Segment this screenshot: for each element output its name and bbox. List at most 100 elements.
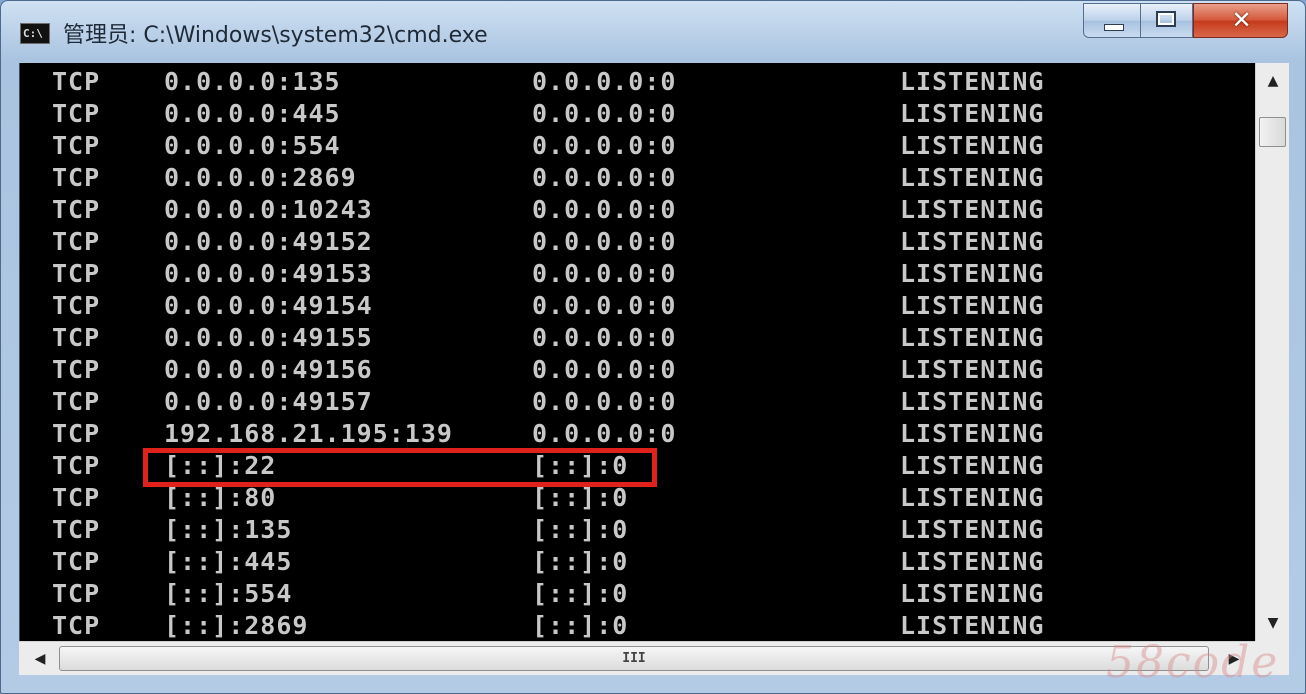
cmd-window: C:\ 管理员: C:\Windows\system32\cmd.exe ✕ T… — [0, 0, 1306, 694]
foreign-address-cell: [::]:0 — [532, 547, 629, 576]
proto-cell: TCP — [52, 451, 101, 480]
state-cell: LISTENING — [900, 259, 1045, 288]
proto-cell: TCP — [52, 547, 101, 576]
local-address-cell: 0.0.0.0:49154 — [164, 291, 373, 320]
console-row: TCP [::]:135 [::]:0 LISTENING — [20, 514, 1256, 546]
console-row: TCP 0.0.0.0:2869 0.0.0.0:0 LISTENING — [20, 162, 1256, 194]
console-row: TCP 0.0.0.0:49152 0.0.0.0:0 LISTENING — [20, 226, 1256, 258]
proto-cell: TCP — [52, 483, 101, 512]
foreign-address-cell: 0.0.0.0:0 — [532, 67, 677, 96]
proto-cell: TCP — [52, 163, 101, 192]
state-cell: LISTENING — [900, 419, 1045, 448]
state-cell: LISTENING — [900, 611, 1045, 640]
console-row: TCP 0.0.0.0:49157 0.0.0.0:0 LISTENING — [20, 386, 1256, 418]
proto-cell: TCP — [52, 419, 101, 448]
maximize-icon — [1156, 11, 1176, 27]
foreign-address-cell: 0.0.0.0:0 — [532, 227, 677, 256]
state-cell: LISTENING — [900, 131, 1045, 160]
state-cell: LISTENING — [900, 387, 1045, 416]
local-address-cell: 0.0.0.0:2869 — [164, 163, 357, 192]
console-row: TCP [::]:2869 [::]:0 LISTENING — [20, 610, 1256, 641]
proto-cell: TCP — [52, 99, 101, 128]
foreign-address-cell: 0.0.0.0:0 — [532, 163, 677, 192]
state-cell: LISTENING — [900, 483, 1045, 512]
proto-cell: TCP — [52, 195, 101, 224]
local-address-cell: [::]:445 — [164, 547, 293, 576]
proto-cell: TCP — [52, 387, 101, 416]
minimize-button[interactable] — [1083, 3, 1141, 38]
foreign-address-cell: 0.0.0.0:0 — [532, 419, 677, 448]
local-address-cell: [::]:554 — [164, 579, 293, 608]
local-address-cell: 0.0.0.0:445 — [164, 99, 341, 128]
local-address-cell: 0.0.0.0:554 — [164, 131, 341, 160]
scroll-down-icon[interactable]: ▼ — [1256, 609, 1290, 637]
foreign-address-cell: [::]:0 — [532, 451, 629, 480]
proto-cell: TCP — [52, 355, 101, 384]
maximize-button[interactable] — [1141, 3, 1193, 38]
foreign-address-cell: [::]:0 — [532, 483, 629, 512]
local-address-cell: [::]:80 — [164, 483, 277, 512]
foreign-address-cell: [::]:0 — [532, 515, 629, 544]
local-address-cell: 0.0.0.0:135 — [164, 67, 341, 96]
console-row: TCP 0.0.0.0:49153 0.0.0.0:0 LISTENING — [20, 258, 1256, 290]
state-cell: LISTENING — [900, 99, 1045, 128]
foreign-address-cell: 0.0.0.0:0 — [532, 291, 677, 320]
local-address-cell: [::]:135 — [164, 515, 293, 544]
foreign-address-cell: 0.0.0.0:0 — [532, 387, 677, 416]
close-icon: ✕ — [1231, 6, 1252, 34]
horizontal-scroll-thumb[interactable]: III — [59, 646, 1209, 671]
console-row: TCP [::]:554 [::]:0 LISTENING — [20, 578, 1256, 610]
local-address-cell: 0.0.0.0:10243 — [164, 195, 373, 224]
state-cell: LISTENING — [900, 195, 1045, 224]
state-cell: LISTENING — [900, 67, 1045, 96]
local-address-cell: [::]:2869 — [164, 611, 309, 640]
vertical-scroll-thumb[interactable] — [1259, 117, 1286, 147]
foreign-address-cell: 0.0.0.0:0 — [532, 259, 677, 288]
console-output[interactable]: TCP 0.0.0.0:135 0.0.0.0:0 LISTENING TCP 0.0.0… — [19, 63, 1256, 641]
horizontal-scrollbar[interactable]: ◀ III ▶ — [19, 641, 1255, 675]
proto-cell: TCP — [52, 67, 101, 96]
proto-cell: TCP — [52, 579, 101, 608]
vertical-scrollbar[interactable]: ▲ ▼ — [1255, 63, 1289, 641]
foreign-address-cell: 0.0.0.0:0 — [532, 323, 677, 352]
state-cell: LISTENING — [900, 355, 1045, 384]
console-row: TCP 0.0.0.0:10243 0.0.0.0:0 LISTENING — [20, 194, 1256, 226]
scroll-up-icon[interactable]: ▲ — [1256, 67, 1290, 95]
console-row: TCP 0.0.0.0:135 0.0.0.0:0 LISTENING — [20, 66, 1256, 98]
console-row: TCP 0.0.0.0:554 0.0.0.0:0 LISTENING — [20, 130, 1256, 162]
local-address-cell: 0.0.0.0:49152 — [164, 227, 373, 256]
proto-cell: TCP — [52, 323, 101, 352]
proto-cell: TCP — [52, 291, 101, 320]
console-row: TCP 0.0.0.0:49156 0.0.0.0:0 LISTENING — [20, 354, 1256, 386]
foreign-address-cell: [::]:0 — [532, 579, 629, 608]
state-cell: LISTENING — [900, 291, 1045, 320]
local-address-cell: 0.0.0.0:49155 — [164, 323, 373, 352]
foreign-address-cell: 0.0.0.0:0 — [532, 99, 677, 128]
proto-cell: TCP — [52, 515, 101, 544]
state-cell: LISTENING — [900, 451, 1045, 480]
console-row: TCP 192.168.21.195:139 0.0.0.0:0 LISTENING — [20, 418, 1256, 450]
state-cell: LISTENING — [900, 547, 1045, 576]
local-address-cell: 192.168.21.195:139 — [164, 419, 453, 448]
close-button[interactable]: ✕ — [1193, 3, 1288, 38]
console-row: TCP 0.0.0.0:49154 0.0.0.0:0 LISTENING — [20, 290, 1256, 322]
console-row: TCP 0.0.0.0:49155 0.0.0.0:0 LISTENING — [20, 322, 1256, 354]
local-address-cell: 0.0.0.0:49157 — [164, 387, 373, 416]
state-cell: LISTENING — [900, 323, 1045, 352]
local-address-cell: [::]:22 — [164, 451, 277, 480]
proto-cell: TCP — [52, 131, 101, 160]
title-bar[interactable]: C:\ 管理员: C:\Windows\system32\cmd.exe ✕ — [1, 1, 1306, 63]
proto-cell: TCP — [52, 227, 101, 256]
local-address-cell: 0.0.0.0:49153 — [164, 259, 373, 288]
console-row: TCP [::]:80 [::]:0 LISTENING — [20, 482, 1256, 514]
local-address-cell: 0.0.0.0:49156 — [164, 355, 373, 384]
console-row: TCP 0.0.0.0:445 0.0.0.0:0 LISTENING — [20, 98, 1256, 130]
minimize-icon — [1104, 24, 1124, 31]
scroll-left-icon[interactable]: ◀ — [23, 642, 57, 676]
foreign-address-cell: 0.0.0.0:0 — [532, 355, 677, 384]
cmd-app-icon[interactable]: C:\ — [20, 23, 50, 44]
state-cell: LISTENING — [900, 163, 1045, 192]
state-cell: LISTENING — [900, 515, 1045, 544]
foreign-address-cell: 0.0.0.0:0 — [532, 131, 677, 160]
proto-cell: TCP — [52, 259, 101, 288]
